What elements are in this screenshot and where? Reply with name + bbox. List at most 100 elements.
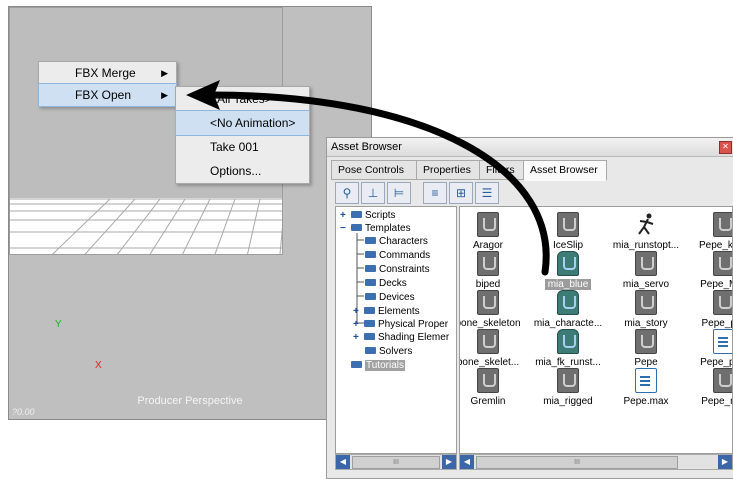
- submenu-arrow-icon: ▶: [161, 90, 168, 100]
- tree-item-solvers[interactable]: Solvers: [365, 345, 412, 358]
- menu-item-fbx-merge[interactable]: FBX Merge ▶: [39, 62, 176, 84]
- tree-item-devices[interactable]: Devices: [365, 291, 415, 304]
- tree-item-label: Templates: [365, 223, 411, 234]
- template-asset-icon: [635, 290, 657, 315]
- tree-item-templates[interactable]: − Templates: [340, 222, 411, 235]
- asset-browser-titlebar[interactable]: Asset Browser ✕: [327, 138, 733, 157]
- asset-item[interactable]: Pepe_plott: [686, 328, 732, 368]
- scroll-right-icon[interactable]: ▶: [442, 455, 456, 469]
- folder-icon: [365, 293, 376, 300]
- asset-item[interactable]: mia_story: [608, 289, 684, 329]
- folder-icon: [364, 320, 375, 327]
- scroll-left-icon[interactable]: ◀: [336, 455, 350, 469]
- menu-item-no-animation[interactable]: <No Animation>: [175, 110, 310, 136]
- expand-icon[interactable]: +: [340, 209, 351, 222]
- tree-item-shading-elements[interactable]: + Shading Elemer: [353, 331, 449, 344]
- scroll-thumb[interactable]: III: [352, 456, 440, 469]
- tab-properties[interactable]: Properties: [416, 160, 480, 180]
- menu-item-take-001[interactable]: Take 001: [176, 135, 309, 159]
- tree-item-characters[interactable]: Characters: [365, 235, 428, 248]
- tree-item-elements[interactable]: + Elements: [353, 305, 420, 318]
- fbx-context-menu: FBX Merge ▶ FBX Open ▶: [38, 61, 177, 107]
- asset-item[interactable]: Aragor: [460, 211, 526, 251]
- asset-item[interactable]: IceSlip: [530, 211, 606, 251]
- collapse-icon[interactable]: −: [340, 222, 351, 235]
- asset-item[interactable]: Gremlin: [460, 367, 526, 407]
- template-asset-icon: [477, 290, 499, 315]
- folder-icon: [365, 265, 376, 272]
- tab-filters[interactable]: Filters: [479, 160, 527, 180]
- tab-pose-controls[interactable]: Pose Controls: [331, 160, 417, 180]
- tree-item-label: Characters: [379, 236, 428, 247]
- character-asset-icon: [557, 251, 579, 276]
- asset-item[interactable]: Pepe_rigg: [686, 367, 732, 407]
- tree-item-decks[interactable]: Decks: [365, 277, 407, 290]
- asset-item[interactable]: mia_blue: [530, 250, 606, 290]
- grid-horizontal-scrollbar[interactable]: ◀ III ▶: [459, 454, 733, 470]
- folder-tree[interactable]: + Scripts − Templates Characters Commands …: [335, 206, 457, 454]
- folder-icon: [365, 347, 376, 354]
- tree-item-label: Decks: [379, 278, 407, 289]
- asset-item[interactable]: Pepe_plot: [686, 289, 732, 329]
- tree-item-tutorials[interactable]: Tutorials: [351, 359, 405, 372]
- viewport-corner-readout: ?0.00: [12, 407, 35, 417]
- scroll-left-icon[interactable]: ◀: [460, 455, 474, 469]
- character-asset-icon: [557, 290, 579, 315]
- menu-item-fbx-open[interactable]: FBX Open ▶: [38, 83, 177, 107]
- template-asset-icon: [477, 251, 499, 276]
- asset-item[interactable]: mia_fk_runst...: [530, 328, 606, 368]
- tree-horizontal-scrollbar[interactable]: ◀ III ▶: [335, 454, 457, 470]
- tree-list-icon[interactable]: ☰: [475, 182, 499, 204]
- asset-item[interactable]: bone_skelet...: [460, 328, 526, 368]
- asset-item[interactable]: mia_runstopt...: [608, 211, 684, 251]
- scroll-thumb[interactable]: III: [476, 456, 678, 469]
- menu-item-label: FBX Open: [75, 88, 132, 102]
- tree-item-constraints[interactable]: Constraints: [365, 263, 430, 276]
- menu-item-options[interactable]: Options...: [176, 159, 309, 183]
- asset-item[interactable]: Pepe.max: [608, 367, 684, 407]
- character-asset-icon: [557, 329, 579, 354]
- menu-item-label: Take 001: [210, 140, 259, 154]
- template-asset-icon: [477, 329, 499, 354]
- expand-icon[interactable]: +: [353, 331, 364, 344]
- tree-item-label: Solvers: [379, 346, 413, 357]
- tree-item-label: Shading Elemer: [378, 332, 450, 343]
- tree-item-label: Scripts: [365, 210, 396, 221]
- tree-item-scripts[interactable]: + Scripts: [340, 209, 396, 222]
- asset-item[interactable]: biped: [460, 250, 526, 290]
- folder-icon: [364, 307, 375, 314]
- folder-icon: [365, 237, 376, 244]
- list-align-icon[interactable]: ⊥: [361, 182, 385, 204]
- expand-icon[interactable]: +: [353, 318, 364, 331]
- y-axis-label: Y: [55, 319, 62, 330]
- asset-item[interactable]: mia_servo: [608, 250, 684, 290]
- asset-item[interactable]: mia_characte...: [530, 289, 606, 329]
- tree-item-physical-properties[interactable]: + Physical Proper: [353, 318, 448, 331]
- asset-item[interactable]: Pepe: [608, 328, 684, 368]
- scroll-right-icon[interactable]: ▶: [718, 455, 732, 469]
- detail-icon[interactable]: ⊞: [449, 182, 473, 204]
- template-asset-icon: [557, 212, 579, 237]
- list-icon[interactable]: ≡: [423, 182, 447, 204]
- menu-item-label: <All Takes>: [210, 92, 272, 106]
- folder-icon: [364, 333, 375, 340]
- asset-grid[interactable]: AragorIceSlipmia_runstopt...Pepe_keyabip…: [459, 206, 733, 454]
- close-icon[interactable]: ✕: [719, 141, 732, 154]
- tab-asset-browser[interactable]: Asset Browser: [523, 160, 607, 181]
- menu-item-all-takes[interactable]: <All Takes>: [176, 87, 309, 111]
- document-asset-icon: [635, 368, 657, 393]
- indent-icon[interactable]: ⊨: [387, 182, 411, 204]
- asset-browser-window: Asset Browser ✕ Pose Controls Properties…: [326, 137, 733, 479]
- asset-item[interactable]: Pepe_keya: [686, 211, 732, 251]
- menu-item-label: Options...: [210, 164, 262, 178]
- tree-item-commands[interactable]: Commands: [365, 249, 430, 262]
- asset-item[interactable]: Pepe_Moc: [686, 250, 732, 290]
- x-axis-label: X: [95, 360, 102, 371]
- template-asset-icon: [635, 329, 657, 354]
- expand-icon[interactable]: +: [353, 305, 364, 318]
- tree-item-label: Commands: [379, 250, 431, 261]
- folder-icon: [351, 361, 362, 368]
- asset-item[interactable]: bone_skeleton: [460, 289, 526, 329]
- asset-item[interactable]: mia_rigged: [530, 367, 606, 407]
- tree-view-icon[interactable]: ⚲: [335, 182, 359, 204]
